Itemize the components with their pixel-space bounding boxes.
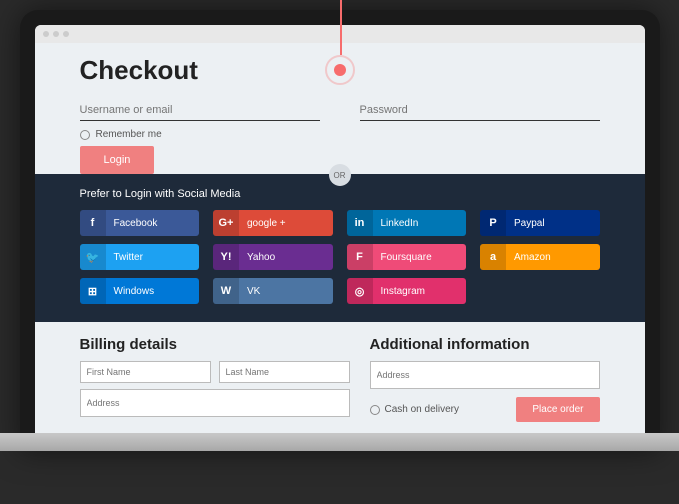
- instagram-button[interactable]: ◎ Instagram: [347, 278, 467, 304]
- foursquare-label: Foursquare: [373, 252, 432, 263]
- vk-button[interactable]: W VK: [213, 278, 333, 304]
- first-name-input[interactable]: [80, 361, 211, 383]
- amazon-button[interactable]: a Amazon: [480, 244, 600, 270]
- bottom-section: Billing details Additional information: [80, 322, 600, 433]
- instagram-icon: ◎: [347, 278, 373, 304]
- paypal-label: Paypal: [506, 218, 545, 229]
- linkedin-icon: in: [347, 210, 373, 236]
- foursquare-button[interactable]: F Foursquare: [347, 244, 467, 270]
- google-button[interactable]: G+ google +: [213, 210, 333, 236]
- remember-radio[interactable]: [80, 130, 90, 140]
- yahoo-icon: Y!: [213, 244, 239, 270]
- laptop-base: [0, 433, 679, 451]
- yahoo-label: Yahoo: [239, 252, 275, 263]
- billing-heading: Billing details: [80, 336, 350, 353]
- remember-label: Remember me: [96, 129, 162, 140]
- page-content: Checkout Remember me Login OR Prefer to …: [35, 43, 645, 433]
- additional-address-input[interactable]: [370, 361, 600, 389]
- paypal-button[interactable]: P Paypal: [480, 210, 600, 236]
- window-control-icon: [43, 31, 49, 37]
- remember-row: Remember me: [80, 129, 600, 140]
- yahoo-button[interactable]: Y! Yahoo: [213, 244, 333, 270]
- twitter-icon: 🐦: [80, 244, 106, 270]
- window-control-icon: [63, 31, 69, 37]
- twitter-button[interactable]: 🐦 Twitter: [80, 244, 200, 270]
- amazon-icon: a: [480, 244, 506, 270]
- password-input[interactable]: [360, 100, 600, 121]
- cod-radio[interactable]: [370, 405, 380, 415]
- username-input[interactable]: [80, 100, 320, 121]
- facebook-icon: f: [80, 210, 106, 236]
- paypal-icon: P: [480, 210, 506, 236]
- google-icon: G+: [213, 210, 239, 236]
- billing-column: Billing details: [80, 336, 350, 423]
- google-label: google +: [239, 218, 286, 229]
- additional-heading: Additional information: [370, 336, 600, 353]
- last-name-input[interactable]: [219, 361, 350, 383]
- foursquare-icon: F: [347, 244, 373, 270]
- billing-address-input[interactable]: [80, 389, 350, 417]
- additional-column: Additional information Cash on delivery …: [370, 336, 600, 423]
- windows-button[interactable]: ⊞ Windows: [80, 278, 200, 304]
- login-inputs-row: [80, 100, 600, 121]
- indicator-line: [340, 0, 342, 55]
- twitter-label: Twitter: [106, 252, 143, 263]
- instagram-label: Instagram: [373, 286, 425, 297]
- login-button[interactable]: Login: [80, 146, 155, 174]
- amazon-label: Amazon: [506, 252, 551, 263]
- linkedin-label: LinkedIn: [373, 218, 419, 229]
- browser-window: Checkout Remember me Login OR Prefer to …: [35, 25, 645, 433]
- or-divider: OR: [329, 164, 351, 186]
- empty-cell: [480, 278, 600, 304]
- social-title: Prefer to Login with Social Media: [80, 188, 600, 200]
- vk-label: VK: [239, 286, 260, 297]
- monitor-frame: Checkout Remember me Login OR Prefer to …: [20, 10, 660, 451]
- social-login-section: OR Prefer to Login with Social Media f F…: [35, 174, 645, 322]
- window-control-icon: [53, 31, 59, 37]
- social-grid: f Facebook G+ google + in LinkedIn P Pay…: [80, 210, 600, 304]
- windows-icon: ⊞: [80, 278, 106, 304]
- vk-icon: W: [213, 278, 239, 304]
- windows-label: Windows: [106, 286, 155, 297]
- linkedin-button[interactable]: in LinkedIn: [347, 210, 467, 236]
- facebook-label: Facebook: [106, 218, 158, 229]
- cod-label: Cash on delivery: [385, 404, 459, 415]
- facebook-button[interactable]: f Facebook: [80, 210, 200, 236]
- indicator-dot: [325, 55, 355, 85]
- place-order-button[interactable]: Place order: [516, 397, 599, 422]
